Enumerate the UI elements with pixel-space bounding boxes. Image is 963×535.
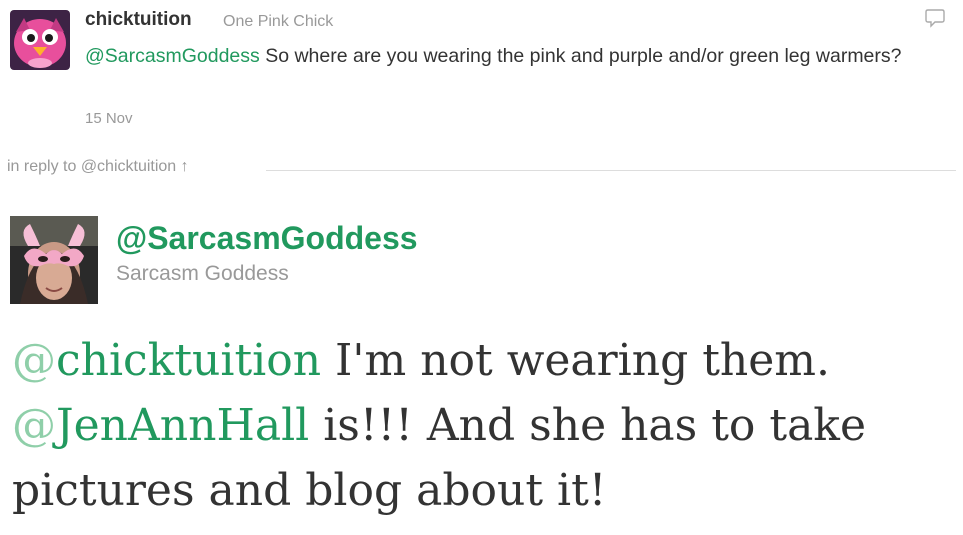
main-tweet-text: @chicktuition I'm not wearing them. @Jen… (12, 328, 957, 523)
reply-tweet: chicktuition One Pink Chick @SarcasmGodd… (0, 0, 963, 150)
sarcasmgoddess-avatar[interactable] (10, 216, 98, 304)
mention-sarcasmgoddess[interactable]: @SarcasmGoddess (85, 45, 260, 67)
mention-at-sign: @ (12, 400, 56, 451)
mention-jenannhall[interactable]: @JenAnnHall (12, 400, 309, 451)
main-tweet-fullname: Sarcasm Goddess (116, 262, 289, 285)
main-tweet-body-1: I'm not wearing them. (321, 335, 830, 386)
mention-chicktuition[interactable]: @chicktuition (12, 335, 321, 386)
reply-bubble-icon[interactable] (924, 7, 946, 29)
mention-at-sign: @ (12, 335, 56, 386)
in-reply-to-link[interactable]: in reply to @chicktuition ↑ (7, 158, 189, 176)
reply-tweet-date[interactable]: 15 Nov (85, 110, 133, 127)
divider (266, 170, 956, 171)
reply-tweet-body: So where are you wearing the pink and pu… (259, 45, 902, 67)
reply-tweet-fullname: One Pink Chick (223, 13, 334, 30)
mention-name: JenAnnHall (56, 400, 310, 451)
main-tweet-handle[interactable]: @SarcasmGoddess (116, 220, 418, 257)
reply-tweet-text: @SarcasmGoddess So where are you wearing… (85, 40, 955, 72)
chicktuition-avatar[interactable] (10, 10, 70, 70)
reply-tweet-username[interactable]: chicktuition (85, 9, 192, 31)
mention-name: chicktuition (56, 335, 322, 386)
